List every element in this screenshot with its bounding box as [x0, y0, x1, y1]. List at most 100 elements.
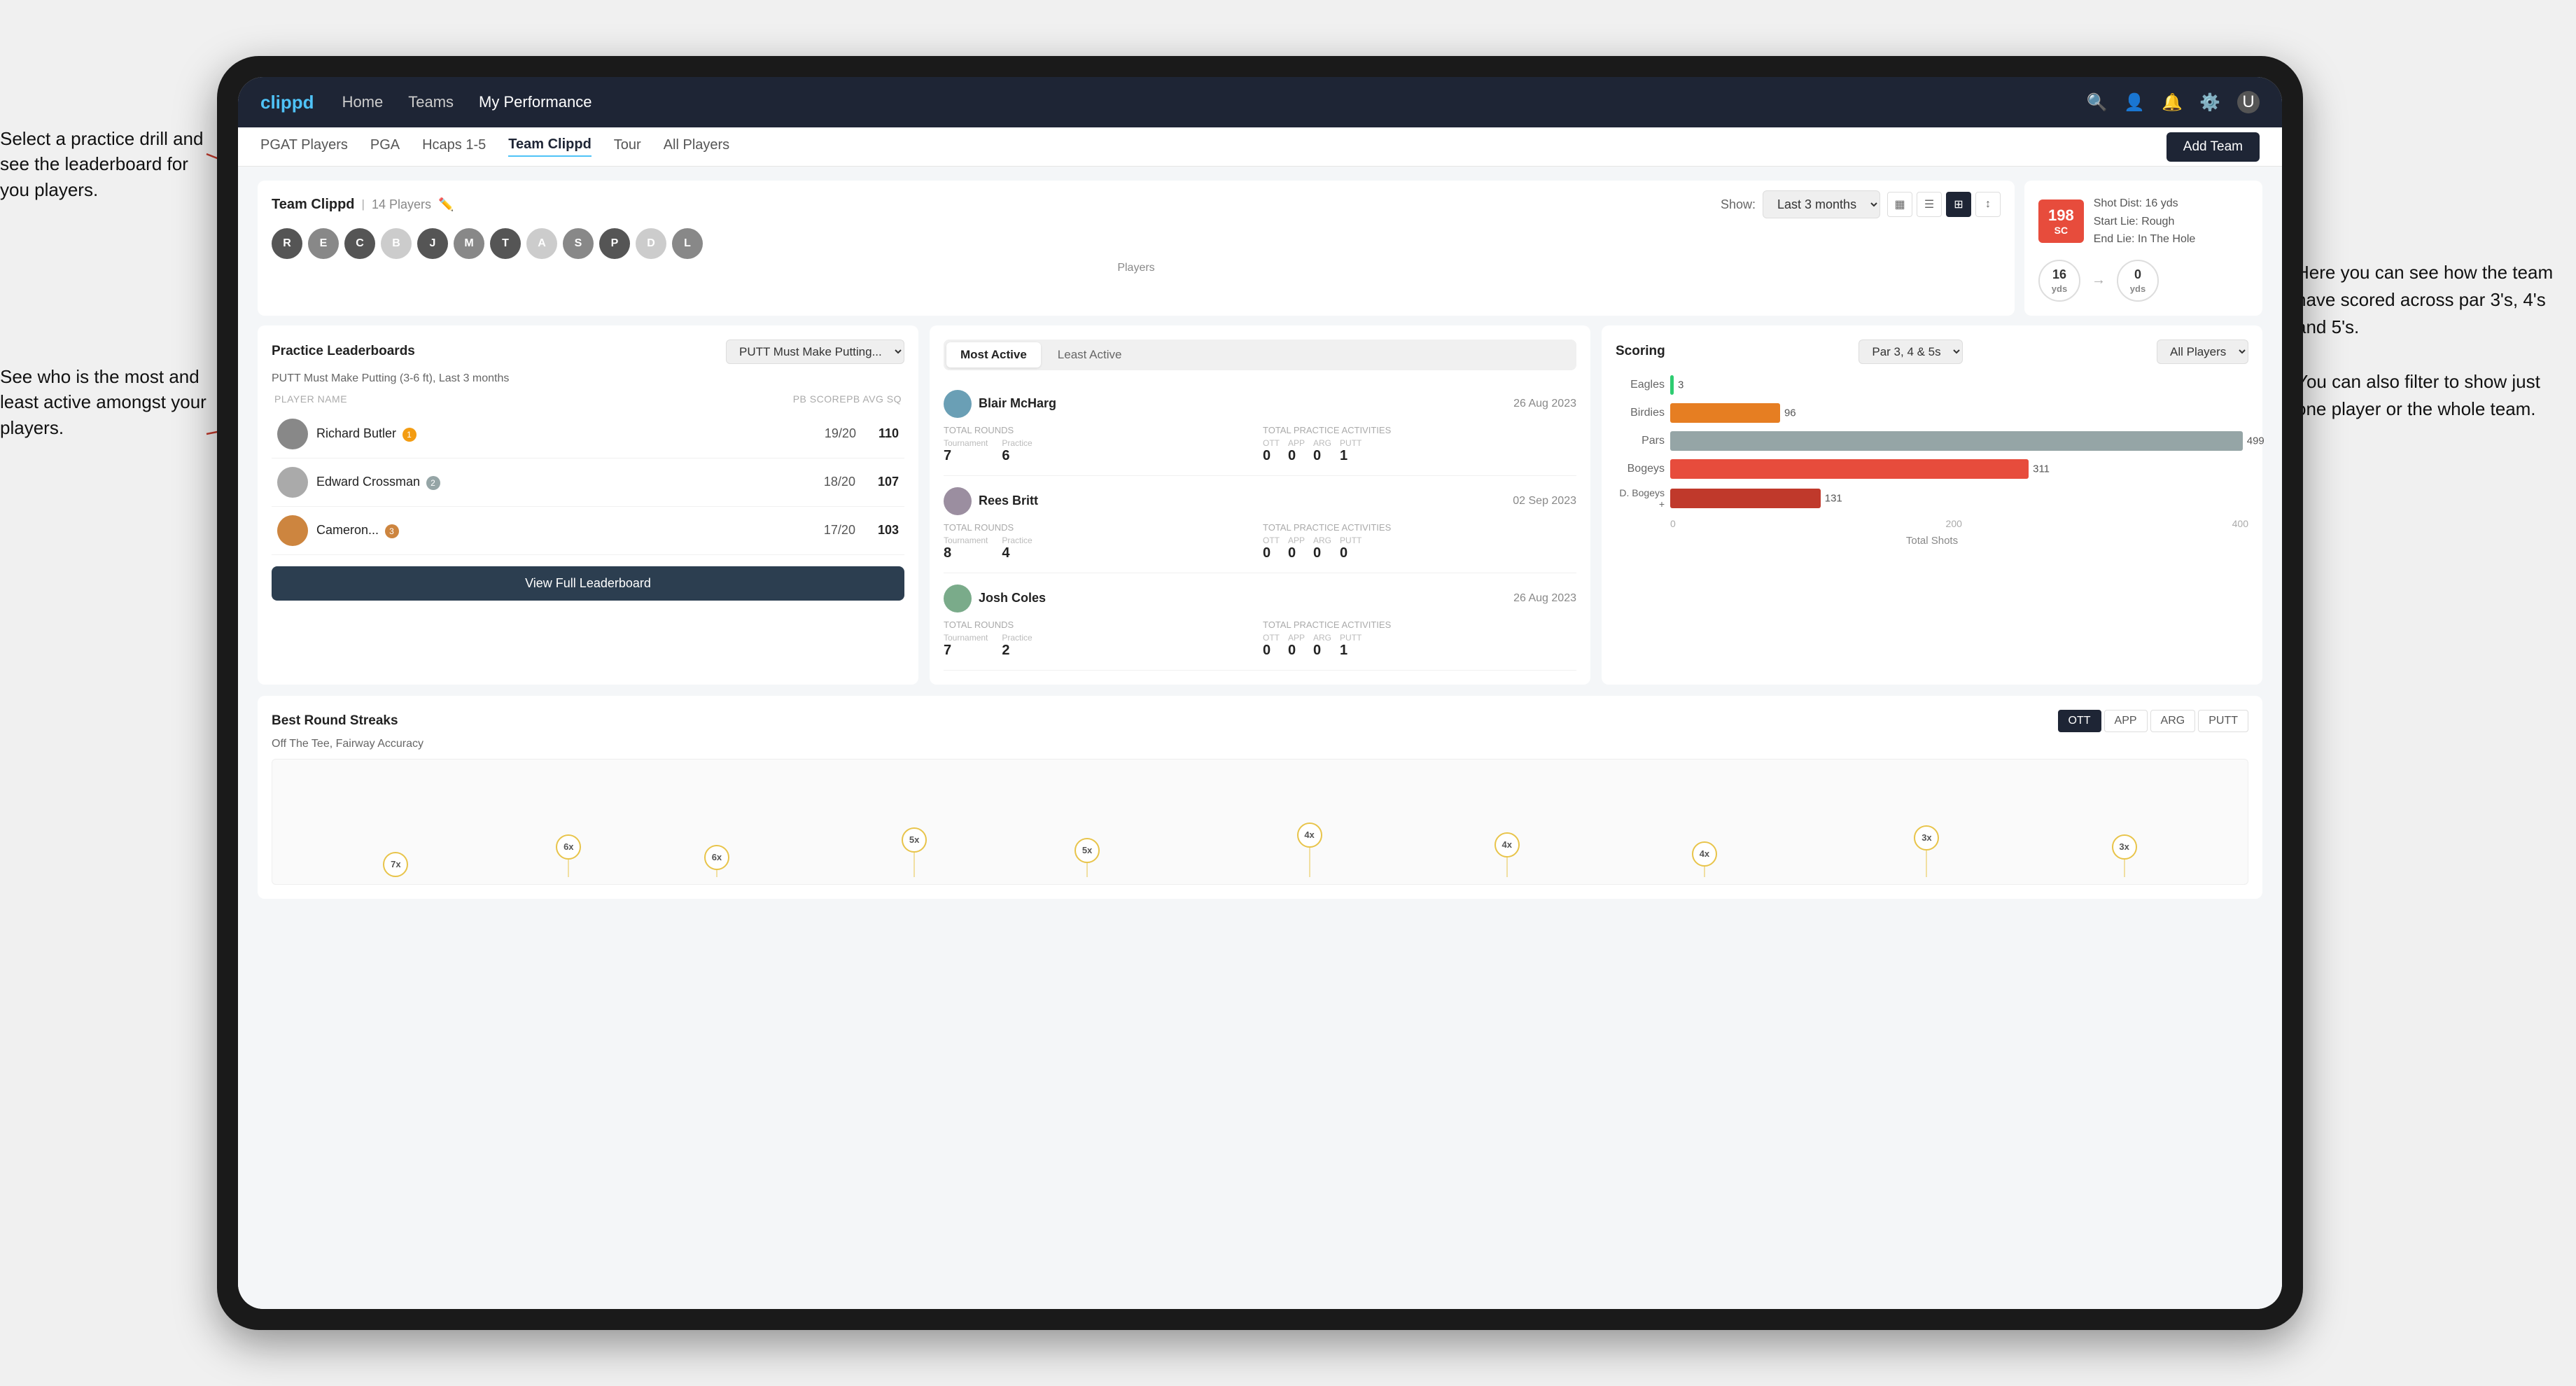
annotation-right: Here you can see how the team have score…: [2296, 259, 2569, 423]
sub-nav-team-clippd[interactable]: Team Clippd: [508, 136, 592, 157]
streak-line: [1087, 863, 1088, 877]
filter-putt[interactable]: PUTT: [2198, 710, 2248, 732]
player-avatar[interactable]: E: [308, 228, 339, 259]
bar-bogeys: [1670, 459, 2029, 479]
player-avatar[interactable]: R: [272, 228, 302, 259]
period-select[interactable]: Last 3 months: [1763, 190, 1880, 218]
table-row: Richard Butler 1 19/20 110: [272, 410, 904, 458]
team-count: 14 Players: [372, 197, 431, 212]
sort-btn[interactable]: ↕: [1975, 192, 2001, 217]
leaderboard-title: Practice Leaderboards: [272, 344, 415, 359]
player-avatar[interactable]: A: [526, 228, 557, 259]
streak-line: [1506, 858, 1507, 877]
chart-x-axis: 0 200 400: [1616, 518, 2248, 529]
player-avatar[interactable]: J: [417, 228, 448, 259]
annotation-bottom-left: See who is the most and least active amo…: [0, 364, 206, 440]
total-rounds-section: Total Rounds Tournament8 Practice4: [944, 522, 1257, 561]
player-avatar[interactable]: C: [344, 228, 375, 259]
sub-nav: PGAT Players PGA Hcaps 1-5 Team Clippd T…: [238, 127, 2282, 167]
sub-nav-hcaps[interactable]: Hcaps 1-5: [422, 137, 486, 156]
player-avatar: [277, 467, 308, 498]
streak-line: [914, 853, 915, 877]
activity-date: 26 Aug 2023: [1513, 592, 1576, 605]
logo: clippd: [260, 92, 314, 113]
player-score: 17/20: [824, 523, 855, 538]
player-avatar[interactable]: B: [381, 228, 412, 259]
main-content: Team Clippd | 14 Players ✏️ Show: Last 3…: [238, 167, 2282, 1309]
chart-row-eagles: Eagles 3: [1616, 375, 2248, 395]
streak-dot: 5x: [1074, 838, 1100, 863]
nav-my-performance[interactable]: My Performance: [479, 93, 592, 111]
player-avatar[interactable]: L: [672, 228, 703, 259]
player-avatar[interactable]: D: [636, 228, 666, 259]
activity-player-header: Rees Britt 02 Sep 2023: [944, 487, 1576, 515]
filter-ott[interactable]: OTT: [2058, 710, 2101, 732]
bar-birdies: [1670, 403, 1780, 423]
streak-dot: 5x: [902, 827, 927, 853]
grid-view-btn[interactable]: ▦: [1887, 192, 1912, 217]
player-score: 18/20: [824, 475, 855, 489]
player-filter-select[interactable]: All Players: [2157, 340, 2248, 364]
bell-icon[interactable]: 🔔: [2162, 92, 2183, 113]
total-rounds-section: Total Rounds Tournament 7 Practice 6: [944, 425, 1257, 464]
most-active-tab[interactable]: Most Active: [946, 342, 1041, 368]
streak-dot: 6x: [704, 845, 729, 870]
player-avatar[interactable]: P: [599, 228, 630, 259]
detail-view-btn[interactable]: ⊞: [1946, 192, 1971, 217]
nav-teams[interactable]: Teams: [408, 93, 454, 111]
chart-footer: Total Shots: [1616, 535, 2248, 547]
player-score: 19/20: [825, 426, 856, 441]
add-team-button[interactable]: Add Team: [2166, 132, 2260, 162]
scoring-header: Scoring Par 3, 4 & 5s All Players: [1616, 340, 2248, 364]
streak-line: [1309, 848, 1310, 877]
streaks-title: Best Round Streaks: [272, 713, 398, 729]
yds-left: 16 yds: [2038, 260, 2080, 302]
par-filter-select[interactable]: Par 3, 4 & 5s: [1858, 340, 1963, 364]
people-icon[interactable]: 👤: [2124, 92, 2145, 113]
team-name: Team Clippd: [272, 197, 355, 213]
least-active-tab[interactable]: Least Active: [1044, 342, 1136, 368]
activity-card: Most Active Least Active Blair McHarg 26…: [930, 326, 1590, 685]
sub-nav-tour[interactable]: Tour: [614, 137, 641, 156]
team-header-card: Team Clippd | 14 Players ✏️ Show: Last 3…: [258, 181, 2015, 316]
activity-tabs: Most Active Least Active: [944, 340, 1576, 370]
chart-row-pars: Pars 499: [1616, 431, 2248, 451]
player-avatar: [277, 515, 308, 546]
activity-row: Josh Coles 26 Aug 2023 Total Rounds Tour…: [944, 573, 1576, 671]
total-practice-section: Total Practice Activities OTT0 APP0 ARG0…: [1263, 522, 1576, 561]
nav-icons: 🔍 👤 🔔 ⚙️ U: [2086, 91, 2260, 113]
players-label: Players: [272, 262, 2001, 274]
top-nav: clippd Home Teams My Performance 🔍 👤 🔔 ⚙…: [238, 77, 2282, 127]
player-avatar[interactable]: S: [563, 228, 594, 259]
table-row: Cameron... 3 17/20 103: [272, 507, 904, 555]
list-view-btn[interactable]: ☰: [1917, 192, 1942, 217]
drill-select[interactable]: PUTT Must Make Putting...: [726, 340, 904, 364]
nav-home[interactable]: Home: [342, 93, 384, 111]
chart-row-birdies: Birdies 96: [1616, 403, 2248, 423]
chart-row-bogeys: Bogeys 311: [1616, 459, 2248, 479]
streaks-header: Best Round Streaks OTT APP ARG PUTT: [272, 710, 2248, 732]
sub-nav-pgat[interactable]: PGAT Players: [260, 137, 348, 156]
player-avatar[interactable]: M: [454, 228, 484, 259]
player-avg: 103: [878, 523, 899, 538]
streak-dot: 4x: [1494, 832, 1520, 858]
table-row: Edward Crossman 2 18/20 107: [272, 458, 904, 507]
filter-arg[interactable]: ARG: [2150, 710, 2196, 732]
player-name: Rees Britt: [979, 493, 1506, 508]
total-rounds-section: Total Rounds Tournament7 Practice2: [944, 620, 1257, 659]
avatar-icon[interactable]: U: [2237, 91, 2260, 113]
sub-nav-all-players[interactable]: All Players: [664, 137, 729, 156]
edit-icon[interactable]: ✏️: [438, 197, 454, 212]
leaderboard-cols: PLAYER NAME PB SCORE PB AVG SQ: [272, 393, 904, 405]
player-avatar[interactable]: T: [490, 228, 521, 259]
chart-row-double-bogeys: D. Bogeys + 131: [1616, 487, 2248, 510]
filter-app[interactable]: APP: [2104, 710, 2148, 732]
activity-player-header: Josh Coles 26 Aug 2023: [944, 584, 1576, 612]
settings-icon[interactable]: ⚙️: [2199, 92, 2220, 113]
view-full-leaderboard-button[interactable]: View Full Leaderboard: [272, 566, 904, 601]
search-icon[interactable]: 🔍: [2086, 92, 2107, 113]
sub-nav-pga[interactable]: PGA: [370, 137, 400, 156]
drill-subtitle: PUTT Must Make Putting (3-6 ft), Last 3 …: [272, 372, 904, 385]
shot-details: Shot Dist: 16 yds Start Lie: Rough End L…: [2094, 195, 2196, 248]
streak-dot: 7x: [383, 852, 408, 877]
